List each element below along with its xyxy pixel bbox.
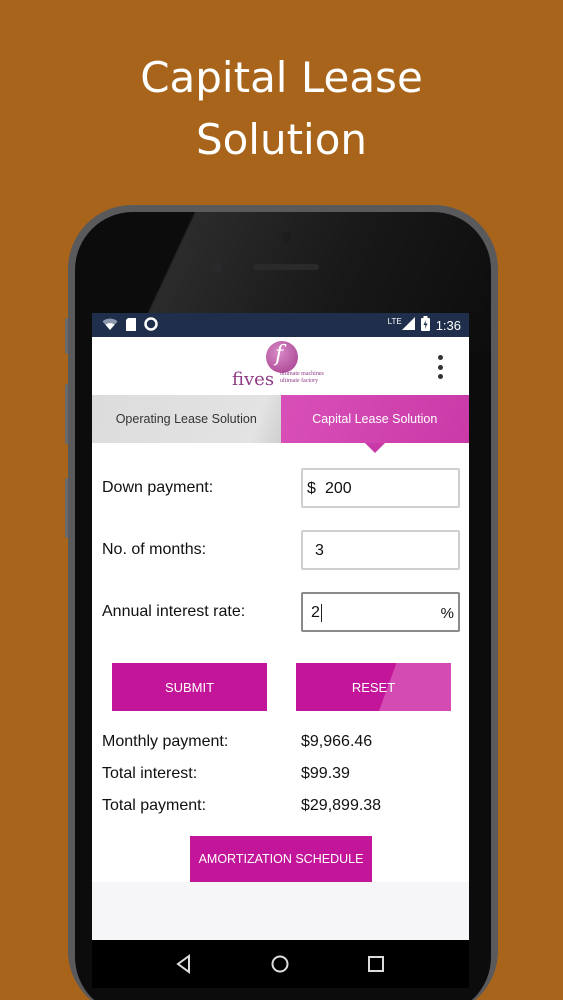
total-payment-label: Total payment: bbox=[102, 797, 207, 814]
interest-rate-value: 2 bbox=[311, 604, 322, 622]
months-value: 3 bbox=[315, 542, 324, 559]
down-payment-row: Down payment: $ 200 bbox=[92, 468, 469, 508]
monthly-payment-value: $9,966.46 bbox=[301, 733, 373, 750]
overflow-menu-icon[interactable] bbox=[435, 355, 445, 379]
status-bar: LTE 1:36 bbox=[92, 313, 469, 337]
proximity-sensor bbox=[212, 262, 222, 272]
earpiece-speaker bbox=[253, 264, 319, 270]
months-row: No. of months: 3 bbox=[92, 530, 469, 570]
down-payment-label: Down payment: bbox=[102, 479, 214, 496]
total-interest-row: Total interest: $99.39 bbox=[92, 765, 469, 787]
total-payment-value: $29,899.38 bbox=[301, 797, 382, 814]
submit-button[interactable]: SUBMIT bbox=[112, 663, 267, 711]
logo-tagline: ultimate machines ultimate factory bbox=[280, 371, 324, 384]
months-label: No. of months: bbox=[102, 541, 207, 558]
headline-line-1: Capital Lease bbox=[140, 53, 423, 102]
wifi-icon bbox=[102, 318, 118, 335]
battery-icon bbox=[420, 316, 430, 335]
circle-icon bbox=[144, 317, 158, 335]
sim-card-icon bbox=[126, 317, 136, 335]
status-time: 1:36 bbox=[435, 318, 461, 333]
down-payment-value: 200 bbox=[325, 480, 352, 497]
amortization-schedule-button[interactable]: AMORTIZATION SCHEDULE bbox=[190, 836, 372, 882]
app-screen: LTE 1:36 f fives ultimate machines ultim… bbox=[92, 313, 469, 940]
monthly-payment-row: Monthly payment: $9,966.46 bbox=[92, 733, 469, 755]
reset-button[interactable]: RESET bbox=[296, 663, 451, 711]
interest-rate-input[interactable]: 2 % bbox=[301, 592, 460, 632]
active-tab-indicator bbox=[365, 443, 385, 453]
front-camera bbox=[282, 232, 292, 242]
percent-suffix: % bbox=[440, 605, 454, 622]
interest-rate-label: Annual interest rate: bbox=[102, 603, 246, 620]
months-input[interactable]: 3 bbox=[301, 530, 460, 570]
down-payment-input[interactable]: $ 200 bbox=[301, 468, 460, 508]
headline-line-2: Solution bbox=[195, 115, 368, 164]
logo-word: fives bbox=[232, 369, 275, 390]
tab-operating-lease[interactable]: Operating Lease Solution bbox=[92, 395, 281, 443]
total-interest-label: Total interest: bbox=[102, 765, 198, 782]
monthly-payment-label: Monthly payment: bbox=[102, 733, 229, 750]
content-bottom-area bbox=[92, 882, 469, 940]
tab-bar: Operating Lease Solution Capital Lease S… bbox=[92, 395, 469, 453]
tab-capital-lease[interactable]: Capital Lease Solution bbox=[280, 395, 469, 443]
home-icon[interactable] bbox=[268, 952, 292, 976]
signal-icon bbox=[401, 317, 415, 334]
interest-rate-row: Annual interest rate: 2 % bbox=[92, 592, 469, 632]
total-interest-value: $99.39 bbox=[301, 765, 350, 782]
currency-prefix: $ bbox=[307, 480, 316, 497]
android-nav-bar bbox=[92, 940, 469, 988]
total-payment-row: Total payment: $29,899.38 bbox=[92, 797, 469, 819]
back-icon[interactable] bbox=[172, 952, 196, 976]
network-type: LTE bbox=[387, 317, 402, 326]
fives-logo: f fives ultimate machines ultimate facto… bbox=[232, 341, 342, 391]
app-bar: f fives ultimate machines ultimate facto… bbox=[92, 337, 469, 395]
recents-icon[interactable] bbox=[364, 952, 388, 976]
